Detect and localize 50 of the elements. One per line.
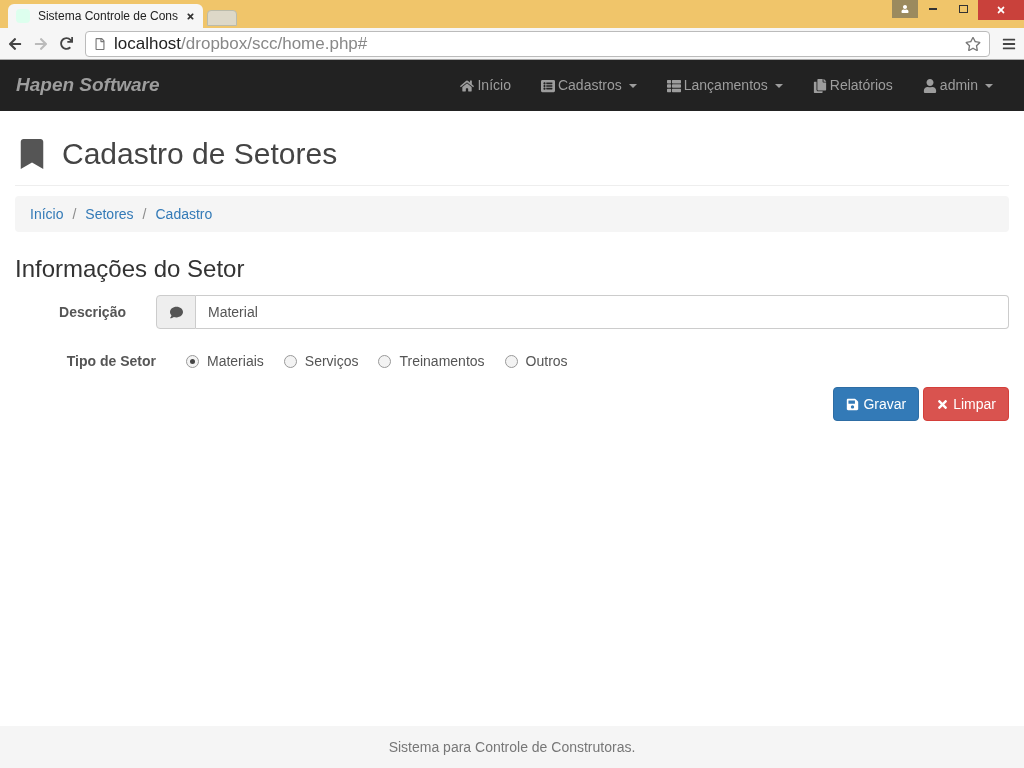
page-icon [94, 37, 106, 50]
nav-link[interactable]: admin [907, 75, 1008, 96]
radio-button[interactable] [378, 354, 392, 368]
nav-link[interactable]: Cadastros [525, 75, 652, 96]
user-icon [922, 78, 937, 93]
breadcrumb-link[interactable]: Início [30, 203, 64, 225]
comment-icon [169, 305, 183, 319]
bookmark-star-icon[interactable] [965, 35, 981, 52]
nav-link[interactable]: Lançamentos [651, 75, 798, 96]
reload-icon[interactable] [60, 37, 73, 50]
close-window-button[interactable] [978, 0, 1024, 20]
save-button[interactable]: Gravar [833, 387, 920, 421]
radio-button[interactable] [504, 354, 518, 368]
breadcrumb-separator: / [141, 204, 148, 224]
radio-label: Treinamentos [399, 351, 485, 371]
radio-label: Materiais [207, 351, 264, 371]
home-icon [460, 78, 475, 93]
radio-button[interactable] [283, 354, 297, 368]
close-icon [936, 397, 950, 411]
field-label: Tipo de Setor [65, 351, 156, 371]
tab-title: Sistema Controle de Cons [37, 8, 179, 25]
nav-link[interactable]: Relatórios [797, 75, 908, 96]
bookmark-icon [20, 138, 44, 169]
user-icon [901, 5, 909, 13]
breadcrumb-link[interactable]: Setores [85, 203, 134, 225]
close-icon [996, 5, 1006, 15]
app-logo-icon [16, 9, 30, 23]
list-icon [540, 78, 555, 93]
close-icon[interactable] [186, 11, 195, 21]
documents-icon [812, 78, 827, 93]
footer-text: Sistema para Controle de Construtoras. [388, 737, 636, 757]
radio-button[interactable] [186, 354, 199, 368]
description-input[interactable]: Material [196, 295, 1009, 329]
section-title: Informações do Setor [15, 254, 246, 284]
back-icon[interactable] [8, 36, 22, 51]
field-label: Descrição [58, 302, 127, 322]
url-text: localhost/dropbox/scc/home.php# [114, 32, 369, 55]
breadcrumb-link[interactable]: Cadastro [155, 203, 213, 225]
list-icon [666, 78, 681, 93]
radio-label: Serviços [304, 351, 359, 371]
page-title: Cadastro de Setores [62, 136, 338, 172]
radio-label: Outros [525, 351, 568, 371]
menu-icon[interactable] [1002, 36, 1016, 51]
browser-tab[interactable]: Sistema Controle de Cons [8, 4, 203, 28]
profile-button[interactable] [892, 0, 918, 18]
breadcrumb-separator: / [71, 204, 78, 224]
nav-link[interactable]: Início [445, 75, 526, 96]
address-bar[interactable]: localhost/dropbox/scc/home.php# [85, 30, 990, 57]
clear-button[interactable]: Limpar [923, 387, 1009, 421]
brand-title[interactable]: Hapen Software [16, 71, 160, 100]
